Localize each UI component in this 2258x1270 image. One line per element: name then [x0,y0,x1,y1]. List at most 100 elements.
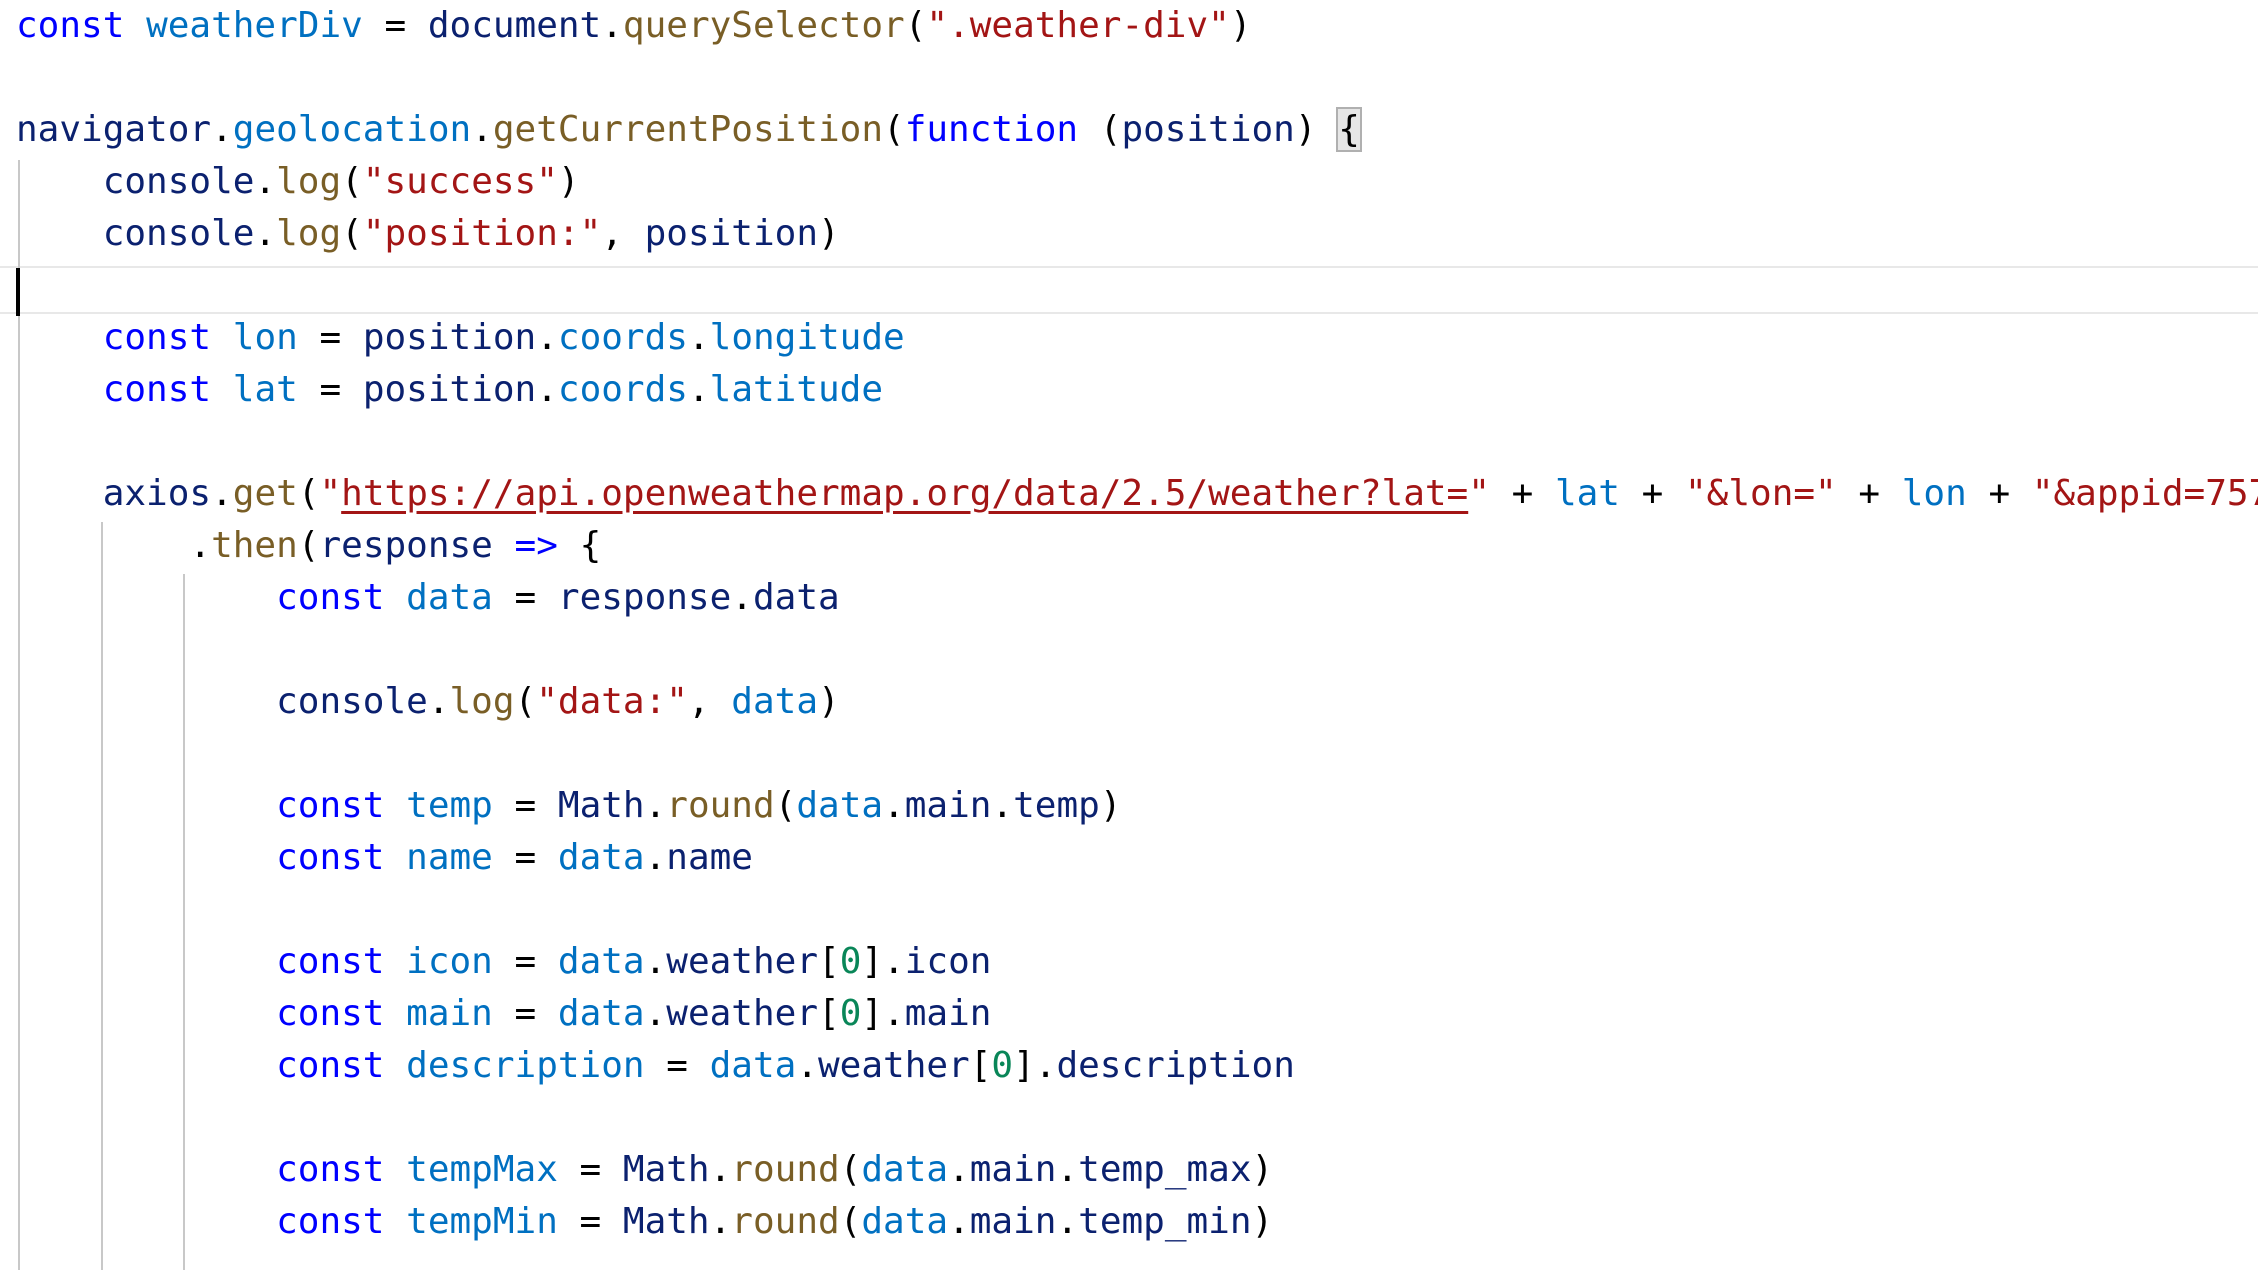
code-token: . [948,1149,970,1190]
code-token: getCurrentPosition [492,109,884,150]
code-token: . [709,1149,732,1190]
code-token: log [276,213,342,254]
code-token: Math [557,785,645,826]
code-token: . [644,785,667,826]
code-token: . [601,5,623,46]
code-token: = [557,1201,623,1242]
code-token: " [1468,473,1490,514]
code-token: function [904,109,1079,150]
code-token: { [557,525,602,566]
current-line-highlight [0,266,2258,314]
code-line[interactable]: const tempMin = Math.round(data.main.tem… [16,1196,1273,1248]
code-token: , [601,213,645,254]
code-token: then [211,525,298,566]
code-line[interactable]: const name = data.name [16,832,753,884]
code-token: ( [341,213,363,254]
code-token: const [16,5,125,46]
code-line[interactable]: const data = response.data [16,572,840,624]
code-token: ( [883,109,905,150]
matched-brace: { [1336,107,1362,152]
code-token: . [536,317,558,358]
code-token: weather [666,993,818,1034]
code-token: latitude [709,369,884,410]
code-token: . [471,109,493,150]
code-token: data [557,941,645,982]
code-line[interactable]: navigator.geolocation.getCurrentPosition… [16,104,1362,156]
code-token: + [1966,473,2032,514]
code-token: ) [1251,1201,1274,1242]
code-token: . [687,317,710,358]
code-token: round [731,1149,840,1190]
code-token: data [557,993,645,1034]
code-line[interactable]: const weatherDiv = document.querySelecto… [16,0,1252,52]
code-token: "data:" [536,681,688,722]
code-token: . [991,785,1014,826]
code-line[interactable]: console.log("data:", data) [16,676,840,728]
code-line[interactable]: const icon = data.weather[0].icon [16,936,991,988]
code-token: const [276,941,385,982]
code-token: tempMax [406,1149,558,1190]
code-token: const [276,1045,385,1086]
code-token: console [102,213,255,254]
code-token: temp_min [1078,1201,1252,1242]
code-token: console [102,161,255,202]
code-token: round [666,785,775,826]
code-line[interactable]: console.log("position:", position) [16,208,840,260]
code-token: ) [818,681,840,722]
code-token: . [731,577,753,618]
code-token: ) [1294,109,1339,150]
code-token: = [297,317,363,358]
code-token: Math [622,1201,710,1242]
code-line[interactable]: const description = data.weather[0].desc… [16,1040,1295,1092]
code-line[interactable]: const lon = position.coords.longitude [16,312,905,364]
code-token: ( [297,525,320,566]
code-token: "success" [362,161,558,202]
code-token: ( [341,161,363,202]
code-token: const [276,837,385,878]
code-token: . [644,993,667,1034]
code-line[interactable]: console.log("success") [16,156,580,208]
code-token: data [731,681,818,722]
code-token: data [752,577,840,618]
code-editor[interactable]: const weatherDiv = document.querySelecto… [0,0,2258,1270]
code-token: coords [557,369,688,410]
code-token: const [276,1149,385,1190]
code-token: icon [406,941,493,982]
code-token: . [427,681,450,722]
code-token: data [709,1045,797,1086]
code-token: const [276,785,385,826]
code-token: navigator [16,109,212,150]
code-line[interactable]: const temp = Math.round(data.main.temp) [16,780,1121,832]
code-line[interactable]: const lat = position.coords.latitude [16,364,883,416]
code-token: ( [1078,109,1122,150]
code-token: " [319,473,342,514]
code-token: get [232,473,298,514]
code-token: icon [904,941,992,982]
code-token: . [254,213,277,254]
code-line[interactable]: .then(response => { [16,520,601,572]
code-line[interactable]: const main = data.weather[0].main [16,988,991,1040]
code-token: = [362,5,428,46]
code-token: const [276,1201,385,1242]
code-token: . [644,837,667,878]
code-token: + [1489,473,1555,514]
code-token: coords [557,317,688,358]
code-token: ( [904,5,927,46]
code-token: weather [666,941,818,982]
code-token: . [687,369,710,410]
code-line[interactable]: const tempMax = Math.round(data.main.tem… [16,1144,1273,1196]
code-token: . [796,1045,818,1086]
code-token: response [557,577,732,618]
code-token: + [1619,473,1685,514]
code-line[interactable]: axios.get("https://api.openweathermap.or… [16,468,2258,520]
